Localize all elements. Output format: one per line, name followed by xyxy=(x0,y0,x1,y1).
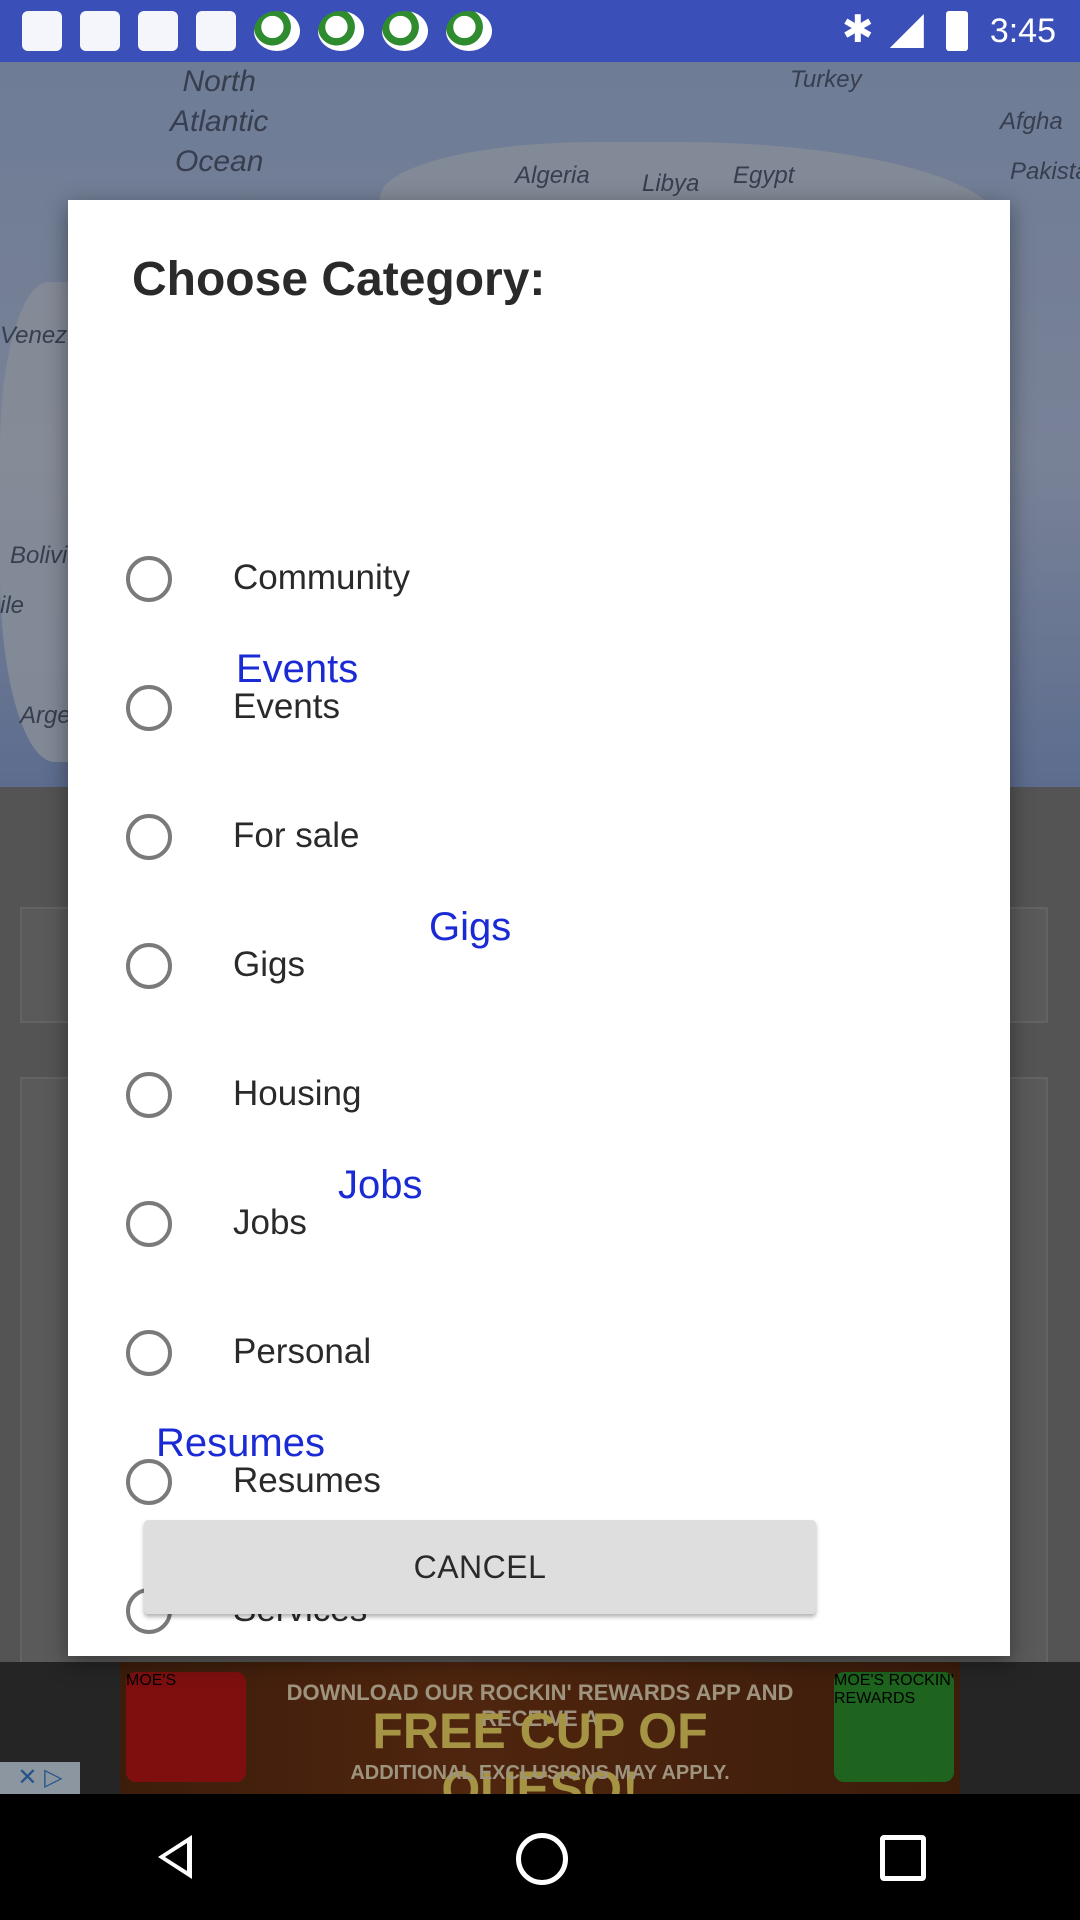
option-label: Housing xyxy=(233,1074,362,1113)
bible-app-icon xyxy=(196,11,236,51)
choose-category-dialog: Choose Category: Community Events Events… xyxy=(68,200,1010,1656)
category-option-personal[interactable]: Personal xyxy=(68,1290,1010,1419)
category-option-community[interactable]: Community xyxy=(68,516,1010,645)
dialog-title: Choose Category: xyxy=(132,253,546,306)
radio-button[interactable] xyxy=(126,814,172,860)
radio-button[interactable] xyxy=(126,1201,172,1247)
radio-button[interactable] xyxy=(126,556,172,602)
option-label: Events xyxy=(233,687,340,726)
option-label: Personal xyxy=(233,1332,372,1371)
navigation-bar xyxy=(0,1794,1080,1920)
system-icons: 3:45 xyxy=(842,7,1056,52)
clock: 3:45 xyxy=(989,11,1056,50)
overlay-label: Jobs xyxy=(338,1163,423,1207)
option-label: Gigs xyxy=(233,945,305,984)
soccer-ball-icon xyxy=(318,11,364,51)
radio-button[interactable] xyxy=(126,1330,172,1376)
radio-button[interactable] xyxy=(126,943,172,989)
overlay-label: Events xyxy=(236,647,359,691)
overlay-label: Resumes xyxy=(156,1421,325,1465)
signal-icon xyxy=(889,14,924,48)
category-option-housing[interactable]: Housing xyxy=(68,1032,1010,1161)
cancel-button[interactable]: CANCEL xyxy=(144,1520,816,1614)
notification-icons xyxy=(22,11,492,51)
category-option-events[interactable]: Events Events xyxy=(68,645,1010,774)
photo-notification-icon xyxy=(138,11,178,51)
option-label: Resumes xyxy=(233,1461,381,1500)
soccer-ball-icon xyxy=(446,11,492,51)
status-bar: 3:45 xyxy=(0,0,1080,62)
overlay-label: Gigs xyxy=(429,905,512,949)
soccer-ball-icon xyxy=(254,11,300,51)
category-option-jobs[interactable]: Jobs Jobs xyxy=(68,1161,1010,1290)
option-label: For sale xyxy=(233,816,360,855)
recent-apps-button[interactable] xyxy=(830,1807,970,1907)
soccer-ball-icon xyxy=(382,11,428,51)
radio-button[interactable] xyxy=(126,685,172,731)
home-button[interactable] xyxy=(470,1807,610,1907)
bluetooth-icon xyxy=(842,7,874,52)
category-option-gigs[interactable]: Gigs Gigs xyxy=(68,903,1010,1032)
category-option-for-sale[interactable]: For sale xyxy=(68,774,1010,903)
radio-button[interactable] xyxy=(126,1072,172,1118)
option-label: Community xyxy=(233,558,410,597)
battery-icon xyxy=(945,11,968,51)
back-button[interactable] xyxy=(110,1807,250,1907)
option-label: Jobs xyxy=(233,1203,307,1242)
photo-notification-icon xyxy=(22,11,62,51)
photo-notification-icon xyxy=(80,11,120,51)
